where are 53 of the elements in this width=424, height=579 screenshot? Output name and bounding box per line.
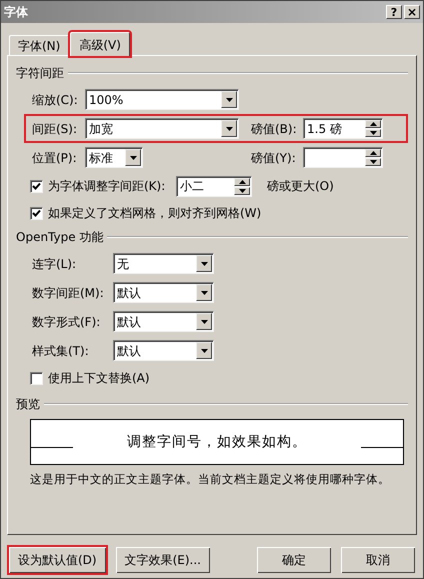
dialog-button[interactable]: 确定: [255, 545, 333, 575]
caret-down-icon: [200, 320, 208, 324]
dropdown[interactable]: 默认: [113, 311, 214, 332]
spin-field[interactable]: 1.5 磅: [303, 118, 383, 139]
field-label: 磅值(B):: [251, 120, 298, 138]
close-button[interactable]: ×: [404, 5, 420, 19]
checkbox[interactable]: [30, 180, 43, 192]
dropdown[interactable]: 100%: [85, 89, 239, 110]
caret-up-icon: [370, 151, 376, 155]
spin-field[interactable]: 小二: [176, 176, 252, 196]
window-title: 字体: [4, 4, 28, 21]
checkbox[interactable]: [30, 206, 43, 220]
caret-down-icon: [226, 98, 232, 102]
preview-description: 这是用于中文的正文主题字体。当前文档主题定义将使用哪种字体。: [30, 471, 391, 488]
section-heading: 预览: [16, 396, 40, 413]
field-label: 数字形式(F):: [32, 314, 102, 330]
dropdown[interactable]: 标准: [85, 147, 143, 168]
checkbox[interactable]: [30, 372, 43, 384]
preview-text: 调整字间号，如效果如构。: [127, 432, 307, 452]
dialog-button[interactable]: 取消: [339, 545, 417, 575]
tab[interactable]: 字体(N): [9, 35, 70, 55]
section-heading: OpenType 功能: [16, 229, 104, 246]
help-button[interactable]: ?: [386, 5, 402, 19]
caret-down-icon: [238, 188, 246, 192]
dropdown[interactable]: 默认: [113, 282, 214, 303]
dropdown[interactable]: 加宽: [85, 118, 239, 139]
field-label: 样式集(T):: [32, 342, 90, 360]
field-label: 缩放(C):: [32, 92, 79, 108]
checkbox-label: 为字体调整字间距(K):: [48, 178, 166, 195]
dropdown[interactable]: 默认: [113, 340, 214, 361]
caret-up-icon: [370, 122, 376, 126]
dialog-button[interactable]: 设为默认值(D): [7, 545, 108, 575]
caret-down-icon: [200, 348, 208, 352]
spin-field[interactable]: [303, 147, 383, 168]
section-heading: 字符间距: [16, 65, 64, 82]
caret-down-icon: [200, 290, 208, 294]
field-label: 磅或更大(O): [267, 178, 334, 195]
field-label: 位置(P):: [32, 150, 78, 166]
caret-down-icon: [370, 131, 376, 135]
checkbox-label: 如果定义了文档网格，则对齐到网格(W): [48, 205, 262, 222]
caret-up-icon: [238, 180, 246, 184]
caret-down-icon: [370, 160, 376, 164]
field-label: 数字间距(M):: [32, 284, 105, 302]
dialog-button[interactable]: 文字效果(E)...: [114, 545, 212, 575]
checkbox-label: 使用上下文替换(A): [48, 370, 150, 387]
field-label: 间距(S):: [32, 120, 78, 138]
caret-down-icon: [130, 156, 136, 160]
dropdown[interactable]: 无: [113, 253, 214, 274]
caret-down-icon: [200, 262, 208, 266]
tab[interactable]: 高级(V): [70, 32, 130, 56]
caret-down-icon: [226, 126, 232, 130]
field-label: 连字(L):: [32, 256, 78, 272]
field-label: 磅值(Y):: [251, 150, 297, 166]
